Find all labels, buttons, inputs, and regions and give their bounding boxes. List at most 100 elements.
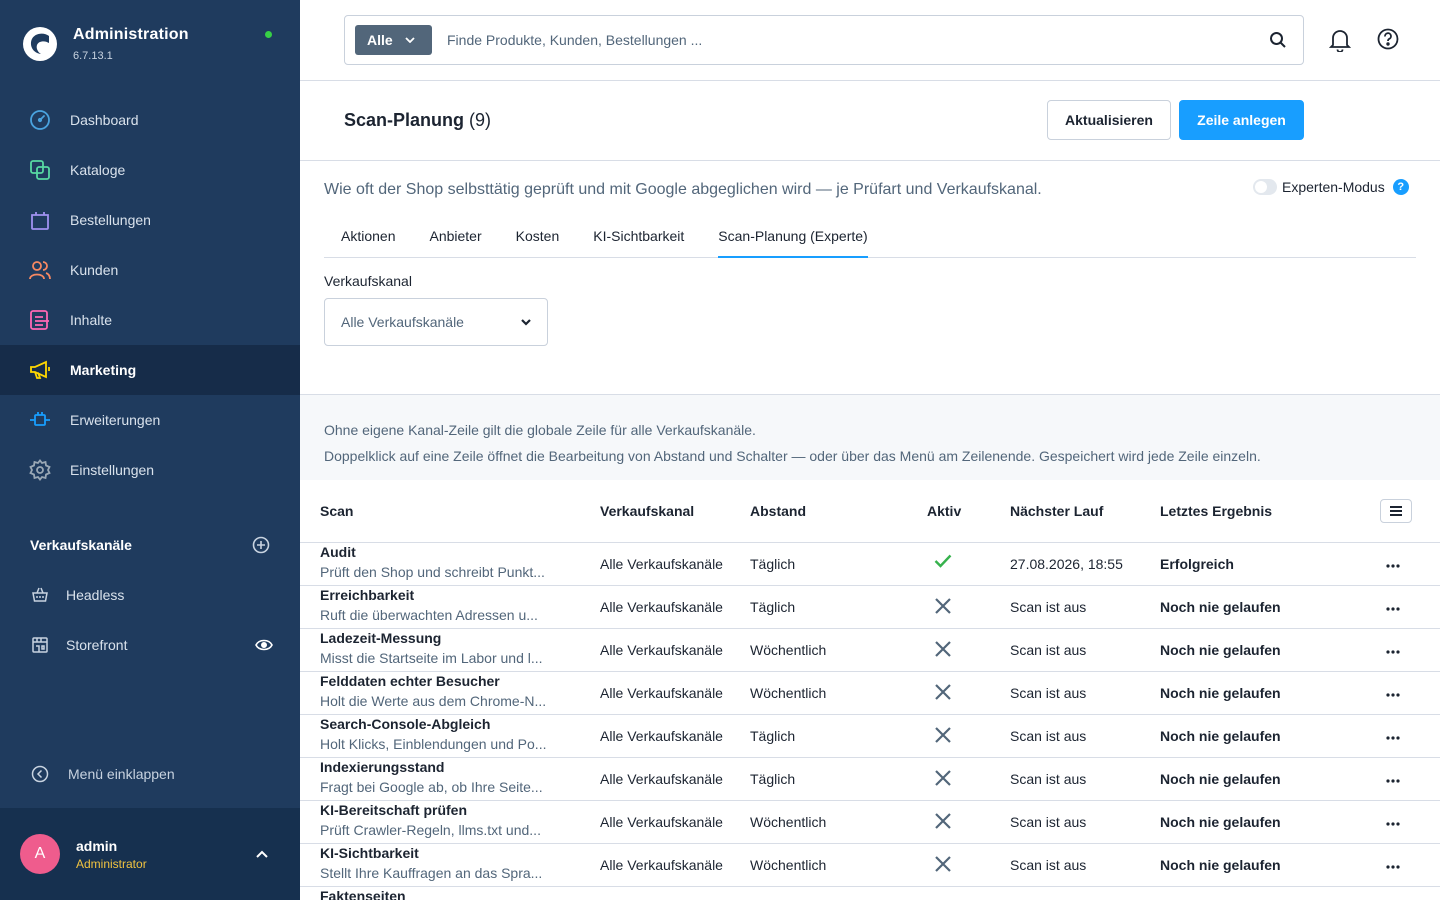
scan-name: Felddaten echter Besucher xyxy=(320,673,500,689)
sales-channel-storefront[interactable]: Storefront xyxy=(28,630,273,660)
chevron-up-icon[interactable] xyxy=(256,850,268,858)
table-row[interactable]: Felddaten echter Besucher Holt die Werte… xyxy=(300,672,1440,715)
chevron-left-circle-icon xyxy=(28,762,52,786)
brand[interactable]: Administration 6.7.13.1 xyxy=(22,26,189,62)
help-badge-icon[interactable]: ? xyxy=(1392,179,1409,195)
checkmark-icon xyxy=(934,554,952,568)
row-next-run: Scan ist aus xyxy=(1010,771,1087,787)
table-row[interactable]: KI-Sichtbarkeit Stellt Ihre Kauffragen a… xyxy=(300,844,1440,887)
nav-item-einstellungen[interactable]: Einstellungen xyxy=(0,445,300,495)
chevron-down-icon xyxy=(521,318,531,326)
scan-description: Holt die Werte aus dem Chrome-N... xyxy=(320,693,547,709)
user-role: Administrator xyxy=(76,856,147,871)
column-header-channel[interactable]: Verkaufskanal xyxy=(600,503,694,519)
nav-item-dashboard[interactable]: Dashboard xyxy=(0,95,300,145)
cross-icon xyxy=(935,727,951,743)
tab-bar: Aktionen Anbieter Kosten KI-Sichtbarkeit… xyxy=(324,216,1416,258)
row-last-result: Noch nie gelaufen xyxy=(1160,599,1281,615)
user-name: admin xyxy=(76,837,118,854)
row-last-result: Noch nie gelaufen xyxy=(1160,685,1281,701)
scan-name: Audit xyxy=(320,544,356,560)
add-circle-icon[interactable] xyxy=(252,536,270,554)
search-type-select[interactable]: Alle xyxy=(355,25,432,55)
add-row-button[interactable]: Zeile anlegen xyxy=(1179,100,1304,140)
row-next-run: Scan ist aus xyxy=(1010,642,1087,658)
nav-item-marketing[interactable]: Marketing xyxy=(0,345,300,395)
cross-icon xyxy=(935,770,951,786)
sales-channel-headless[interactable]: Headless xyxy=(28,580,273,610)
search-input[interactable] xyxy=(447,32,1227,48)
shopware-logo-icon xyxy=(23,27,57,61)
expert-mode-toggle[interactable]: Experten-Modus ? xyxy=(1253,179,1409,195)
toggle-switch[interactable] xyxy=(1253,179,1277,195)
row-menu-button[interactable] xyxy=(1386,813,1400,829)
collapse-menu-button[interactable]: Menü einklappen xyxy=(28,762,175,786)
cross-icon xyxy=(935,684,951,700)
more-icon xyxy=(1386,564,1400,568)
row-menu-button[interactable] xyxy=(1386,770,1400,786)
tab-anbieter[interactable]: Anbieter xyxy=(412,216,498,258)
table-row[interactable]: Faktenseiten xyxy=(300,887,1440,900)
row-channel: Alle Verkaufskanäle xyxy=(600,642,723,658)
nav-item-inhalte[interactable]: Inhalte xyxy=(0,295,300,345)
user-menu[interactable]: A admin Administrator xyxy=(0,808,300,900)
eye-icon[interactable] xyxy=(255,638,273,652)
row-menu-button[interactable] xyxy=(1386,684,1400,700)
help-icon[interactable] xyxy=(1377,28,1399,50)
tab-scan-planung[interactable]: Scan-Planung (Experte) xyxy=(718,216,868,258)
column-settings-button[interactable] xyxy=(1380,499,1412,523)
column-header-active[interactable]: Aktiv xyxy=(927,503,961,519)
row-menu-button[interactable] xyxy=(1386,641,1400,657)
table-row[interactable]: Ladezeit-Messung Misst die Startseite im… xyxy=(300,629,1440,672)
more-icon xyxy=(1386,650,1400,654)
row-menu-button[interactable] xyxy=(1386,598,1400,614)
row-channel: Alle Verkaufskanäle xyxy=(600,857,723,873)
table-row[interactable]: Search-Console-Abgleich Holt Klicks, Ein… xyxy=(300,715,1440,758)
column-header-next-run[interactable]: Nächster Lauf xyxy=(1010,503,1103,519)
row-interval: Täglich xyxy=(750,599,796,615)
megaphone-icon xyxy=(28,358,52,382)
row-channel: Alle Verkaufskanäle xyxy=(600,728,723,744)
nav-item-kunden[interactable]: Kunden xyxy=(0,245,300,295)
nav-item-erweiterungen[interactable]: Erweiterungen xyxy=(0,395,300,445)
row-menu-button[interactable] xyxy=(1386,856,1400,872)
table-row[interactable]: Erreichbarkeit Ruft die überwachten Adre… xyxy=(300,586,1440,629)
channel-filter-select[interactable]: Alle Verkaufskanäle xyxy=(324,298,548,346)
table-row[interactable]: KI-Bereitschaft prüfen Prüft Crawler-Reg… xyxy=(300,801,1440,844)
column-header-scan[interactable]: Scan xyxy=(320,503,353,519)
storefront-icon xyxy=(28,633,52,657)
table-row[interactable]: Audit Prüft den Shop und schreibt Punkt.… xyxy=(300,543,1440,586)
refresh-button[interactable]: Aktualisieren xyxy=(1047,100,1171,140)
global-search: Alle xyxy=(344,15,1304,65)
row-active xyxy=(934,640,952,661)
nav-item-bestellungen[interactable]: Bestellungen xyxy=(0,195,300,245)
row-menu-button[interactable] xyxy=(1386,555,1400,571)
row-channel: Alle Verkaufskanäle xyxy=(600,771,723,787)
bell-icon[interactable] xyxy=(1329,28,1351,52)
info-line: Doppelklick auf eine Zeile öffnet die Be… xyxy=(324,448,1261,464)
column-header-interval[interactable]: Abstand xyxy=(750,503,806,519)
tab-aktionen[interactable]: Aktionen xyxy=(324,216,412,258)
table-row[interactable]: Indexierungsstand Fragt bei Google ab, o… xyxy=(300,758,1440,801)
scan-name: KI-Sichtbarkeit xyxy=(320,845,419,861)
scan-name: Search-Console-Abgleich xyxy=(320,716,491,732)
nav-item-label: Erweiterungen xyxy=(70,412,161,428)
row-active xyxy=(934,769,952,790)
more-icon xyxy=(1386,607,1400,611)
more-icon xyxy=(1386,865,1400,869)
nav-item-kataloge[interactable]: Kataloge xyxy=(0,145,300,195)
tab-kosten[interactable]: Kosten xyxy=(499,216,577,258)
row-menu-button[interactable] xyxy=(1386,727,1400,743)
gear-icon xyxy=(28,458,52,482)
search-icon[interactable] xyxy=(1269,31,1287,49)
row-last-result: Noch nie gelaufen xyxy=(1160,771,1281,787)
row-last-result: Noch nie gelaufen xyxy=(1160,857,1281,873)
list-icon xyxy=(1390,506,1402,516)
row-interval: Wöchentlich xyxy=(750,642,827,658)
row-next-run: Scan ist aus xyxy=(1010,814,1087,830)
row-next-run: Scan ist aus xyxy=(1010,685,1087,701)
catalog-icon xyxy=(28,158,52,182)
tab-ki-sichtbarkeit[interactable]: KI-Sichtbarkeit xyxy=(576,216,701,258)
column-header-last-result[interactable]: Letztes Ergebnis xyxy=(1160,503,1272,519)
row-next-run: 27.08.2026, 18:55 xyxy=(1010,556,1123,572)
